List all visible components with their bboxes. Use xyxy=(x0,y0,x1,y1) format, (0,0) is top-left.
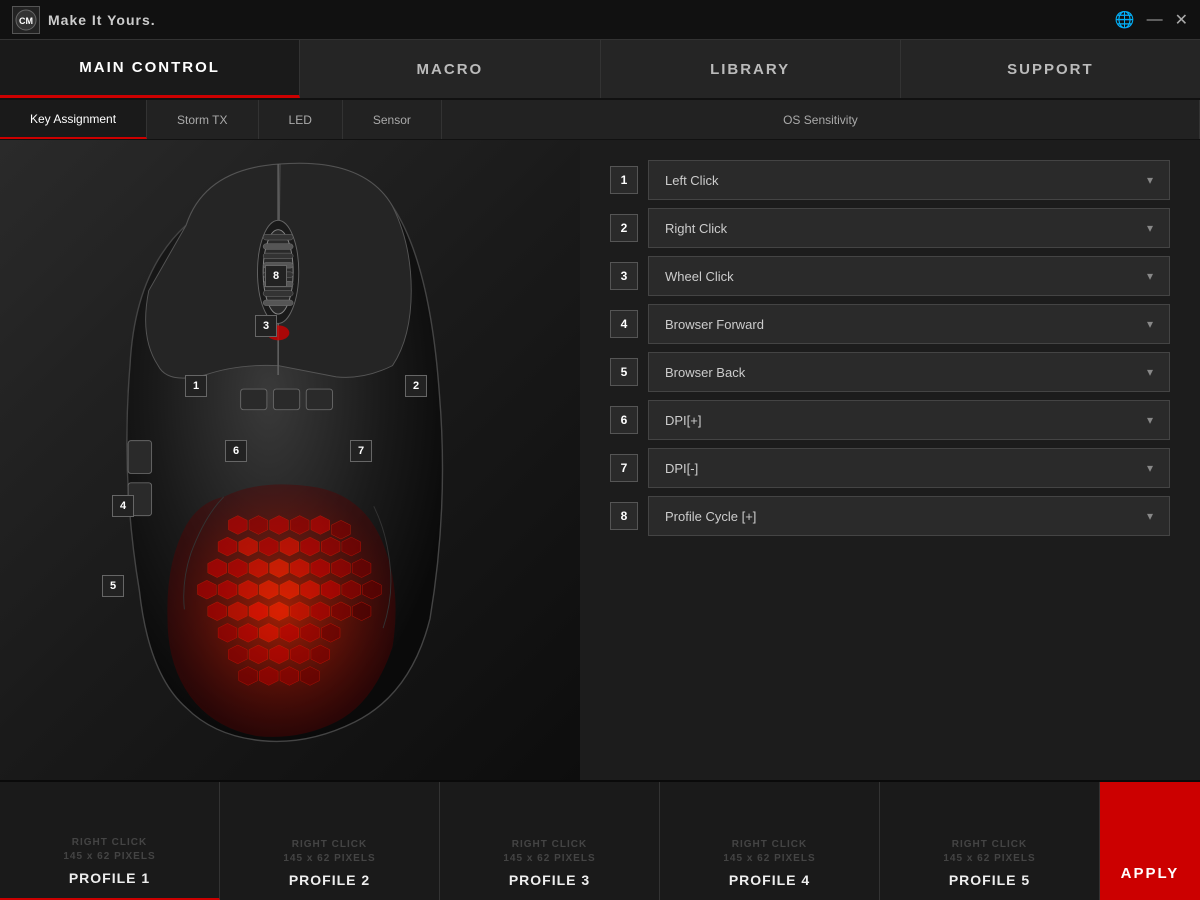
key-dropdown-7[interactable]: DPI[-] ▾ xyxy=(648,448,1170,488)
tab-os-sensitivity[interactable]: OS Sensitivity xyxy=(442,100,1200,139)
key-row-8: 8 Profile Cycle [+] ▾ xyxy=(610,496,1170,536)
profile-bar: RIGHT CLICK145 x 62 PIXELS PROFILE 1 RIG… xyxy=(0,780,1200,900)
key-dropdown-4[interactable]: Browser Forward ▾ xyxy=(648,304,1170,344)
sub-nav: Key Assignment Storm TX LED Sensor OS Se… xyxy=(0,100,1200,140)
key-num-1: 1 xyxy=(610,166,638,194)
key-dropdown-1[interactable]: Left Click ▾ xyxy=(648,160,1170,200)
app-logo: CM Make It Yours. xyxy=(12,6,156,34)
close-button[interactable]: ✕ xyxy=(1175,10,1188,30)
key-row-5: 5 Browser Back ▾ xyxy=(610,352,1170,392)
tab-led[interactable]: LED xyxy=(259,100,343,139)
chevron-down-icon-2: ▾ xyxy=(1147,221,1153,235)
tab-main-control[interactable]: MAIN CONTROL xyxy=(0,40,300,98)
tab-library[interactable]: LIBRARY xyxy=(601,40,901,98)
main-nav: MAIN CONTROL MACRO LIBRARY SUPPORT xyxy=(0,40,1200,100)
profile-preview-1: RIGHT CLICK145 x 62 PIXELS xyxy=(63,836,155,864)
tab-macro[interactable]: MACRO xyxy=(300,40,600,98)
profile-preview-3: RIGHT CLICK145 x 62 PIXELS xyxy=(503,838,595,866)
chevron-down-icon-1: ▾ xyxy=(1147,173,1153,187)
key-num-8: 8 xyxy=(610,502,638,530)
profile-label-2: PROFILE 2 xyxy=(289,872,370,888)
badge-2: 2 xyxy=(405,375,427,397)
key-num-2: 2 xyxy=(610,214,638,242)
key-label-6: DPI[+] xyxy=(665,413,702,428)
main-content: 1 2 3 4 5 6 7 8 1 Left Click ▾ 2 Right C… xyxy=(0,140,1200,780)
key-row-3: 3 Wheel Click ▾ xyxy=(610,256,1170,296)
chevron-down-icon-5: ▾ xyxy=(1147,365,1153,379)
key-row-2: 2 Right Click ▾ xyxy=(610,208,1170,248)
chevron-down-icon-4: ▾ xyxy=(1147,317,1153,331)
key-num-5: 5 xyxy=(610,358,638,386)
key-dropdown-8[interactable]: Profile Cycle [+] ▾ xyxy=(648,496,1170,536)
chevron-down-icon-6: ▾ xyxy=(1147,413,1153,427)
badge-8: 8 xyxy=(265,265,287,287)
profile-label-3: PROFILE 3 xyxy=(509,872,590,888)
badge-6: 6 xyxy=(225,440,247,462)
badge-5: 5 xyxy=(102,575,124,597)
key-dropdown-2[interactable]: Right Click ▾ xyxy=(648,208,1170,248)
mouse-area: 1 2 3 4 5 6 7 8 xyxy=(0,140,580,780)
tab-sensor[interactable]: Sensor xyxy=(343,100,442,139)
key-label-1: Left Click xyxy=(665,173,718,188)
mouse-visual xyxy=(60,150,500,750)
key-label-7: DPI[-] xyxy=(665,461,698,476)
profile-item-2[interactable]: RIGHT CLICK145 x 62 PIXELS PROFILE 2 xyxy=(220,782,440,900)
app-title: Make It Yours. xyxy=(48,12,156,28)
key-panel: 1 Left Click ▾ 2 Right Click ▾ 3 Wheel C… xyxy=(580,140,1200,780)
profile-preview-4: RIGHT CLICK145 x 62 PIXELS xyxy=(723,838,815,866)
key-dropdown-5[interactable]: Browser Back ▾ xyxy=(648,352,1170,392)
profile-item-4[interactable]: RIGHT CLICK145 x 62 PIXELS PROFILE 4 xyxy=(660,782,880,900)
key-row-7: 7 DPI[-] ▾ xyxy=(610,448,1170,488)
key-label-8: Profile Cycle [+] xyxy=(665,509,756,524)
profile-item-1[interactable]: RIGHT CLICK145 x 62 PIXELS PROFILE 1 xyxy=(0,782,220,900)
minimize-button[interactable]: — xyxy=(1147,11,1163,29)
tab-support[interactable]: SUPPORT xyxy=(901,40,1200,98)
logo-icon: CM xyxy=(12,6,40,34)
tab-storm-tx[interactable]: Storm TX xyxy=(147,100,258,139)
apply-button[interactable]: APPLY xyxy=(1100,782,1200,900)
profile-item-5[interactable]: RIGHT CLICK145 x 62 PIXELS PROFILE 5 xyxy=(880,782,1100,900)
key-num-4: 4 xyxy=(610,310,638,338)
profile-preview-5: RIGHT CLICK145 x 62 PIXELS xyxy=(943,838,1035,866)
chevron-down-icon-3: ▾ xyxy=(1147,269,1153,283)
badge-1: 1 xyxy=(185,375,207,397)
key-label-5: Browser Back xyxy=(665,365,745,380)
svg-text:CM: CM xyxy=(19,16,33,26)
badge-7: 7 xyxy=(350,440,372,462)
profile-label-5: PROFILE 5 xyxy=(949,872,1030,888)
key-row-6: 6 DPI[+] ▾ xyxy=(610,400,1170,440)
profile-label-1: PROFILE 1 xyxy=(69,870,150,886)
key-dropdown-3[interactable]: Wheel Click ▾ xyxy=(648,256,1170,296)
tab-key-assignment[interactable]: Key Assignment xyxy=(0,100,147,139)
globe-icon[interactable]: 🌐 xyxy=(1115,10,1135,30)
profile-item-3[interactable]: RIGHT CLICK145 x 62 PIXELS PROFILE 3 xyxy=(440,782,660,900)
key-row-4: 4 Browser Forward ▾ xyxy=(610,304,1170,344)
chevron-down-icon-7: ▾ xyxy=(1147,461,1153,475)
profile-preview-2: RIGHT CLICK145 x 62 PIXELS xyxy=(283,838,375,866)
key-dropdown-6[interactable]: DPI[+] ▾ xyxy=(648,400,1170,440)
key-num-7: 7 xyxy=(610,454,638,482)
badge-3: 3 xyxy=(255,315,277,337)
key-num-6: 6 xyxy=(610,406,638,434)
window-controls: 🌐 — ✕ xyxy=(1115,10,1188,30)
key-label-4: Browser Forward xyxy=(665,317,764,332)
chevron-down-icon-8: ▾ xyxy=(1147,509,1153,523)
key-row-1: 1 Left Click ▾ xyxy=(610,160,1170,200)
key-num-3: 3 xyxy=(610,262,638,290)
profile-label-4: PROFILE 4 xyxy=(729,872,810,888)
key-label-2: Right Click xyxy=(665,221,727,236)
title-bar: CM Make It Yours. 🌐 — ✕ xyxy=(0,0,1200,40)
apply-label: APPLY xyxy=(1121,865,1180,882)
key-label-3: Wheel Click xyxy=(665,269,734,284)
badge-4: 4 xyxy=(112,495,134,517)
